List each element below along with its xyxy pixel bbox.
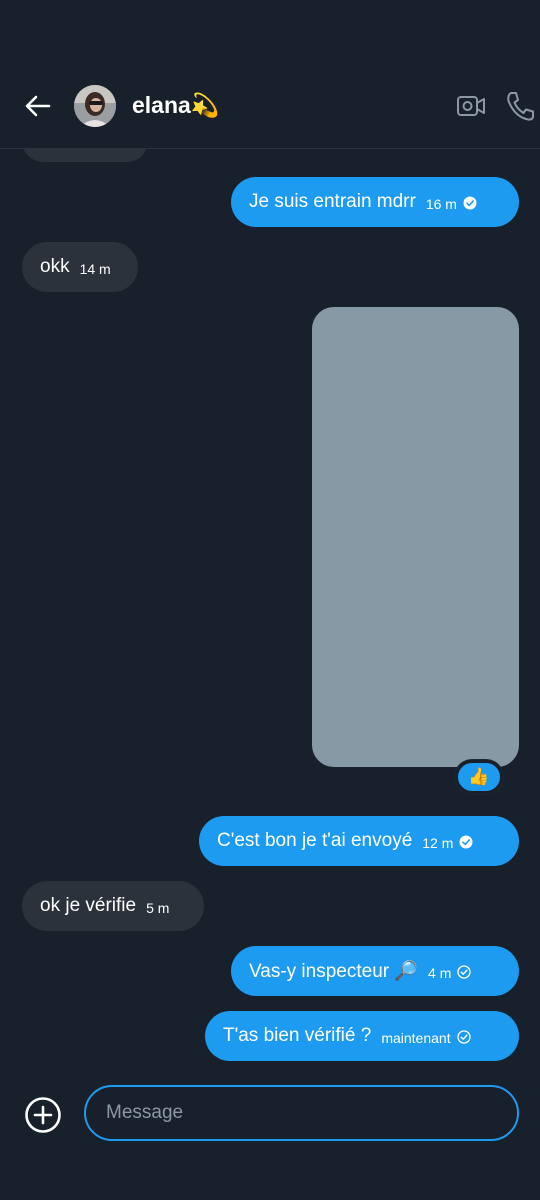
reaction-badge[interactable]: 👍 [455, 760, 503, 794]
plus-circle-icon [25, 1097, 61, 1133]
message-bubble-outgoing[interactable]: T'as bien vérifié ? maintenant [205, 1011, 519, 1061]
add-attachment-button[interactable] [24, 1096, 62, 1134]
back-button[interactable] [22, 90, 54, 122]
message-bubble-outgoing[interactable]: C'est bon je t'ai envoyé 12 m [199, 816, 519, 866]
message-bubble-outgoing[interactable]: Je suis entrain mdrr 16 m [231, 177, 519, 227]
message-input[interactable] [84, 1085, 519, 1141]
message-bubble-incoming[interactable]: ok je vérifie 5 m [22, 881, 204, 931]
chat-screen: elana💫 Je suis entrain mdrr 16 m okk 14 … [0, 0, 540, 1200]
message-time: 16 m [425, 196, 457, 212]
seen-check-icon [463, 196, 477, 215]
thumbs-up-icon: 👍 [468, 767, 490, 786]
sent-check-icon [456, 1029, 471, 1049]
message-text: C'est bon je t'ai envoyé [217, 830, 413, 851]
video-camera-icon [457, 96, 485, 116]
message-time: 5 m [146, 900, 170, 916]
avatar[interactable] [74, 85, 116, 127]
message-text: okk [40, 256, 70, 277]
message-text: ok je vérifie [40, 895, 137, 916]
voice-call-button[interactable] [505, 90, 535, 122]
message-text: T'as bien vérifié ? [223, 1025, 372, 1046]
seen-check-icon [459, 835, 473, 854]
sent-check-icon [457, 964, 472, 984]
message-time: 12 m [422, 835, 454, 851]
back-arrow-icon [25, 95, 51, 117]
message-text: Je suis entrain mdrr [249, 191, 416, 212]
message-bubble-incoming[interactable]: okk 14 m [22, 242, 138, 292]
chat-header: elana💫 [0, 0, 540, 149]
message-time: maintenant [381, 1030, 451, 1046]
avatar-photo [74, 85, 116, 127]
phone-icon [507, 92, 534, 121]
message-time: 14 m [79, 261, 111, 277]
message-text: Vas-y inspecteur 🔎 [249, 961, 419, 982]
image-message[interactable] [312, 307, 519, 767]
contact-name[interactable]: elana💫 [132, 92, 219, 119]
video-call-button[interactable] [456, 93, 486, 119]
message-time: 4 m [428, 965, 452, 981]
message-bubble-outgoing[interactable]: Vas-y inspecteur 🔎 4 m [231, 946, 519, 996]
